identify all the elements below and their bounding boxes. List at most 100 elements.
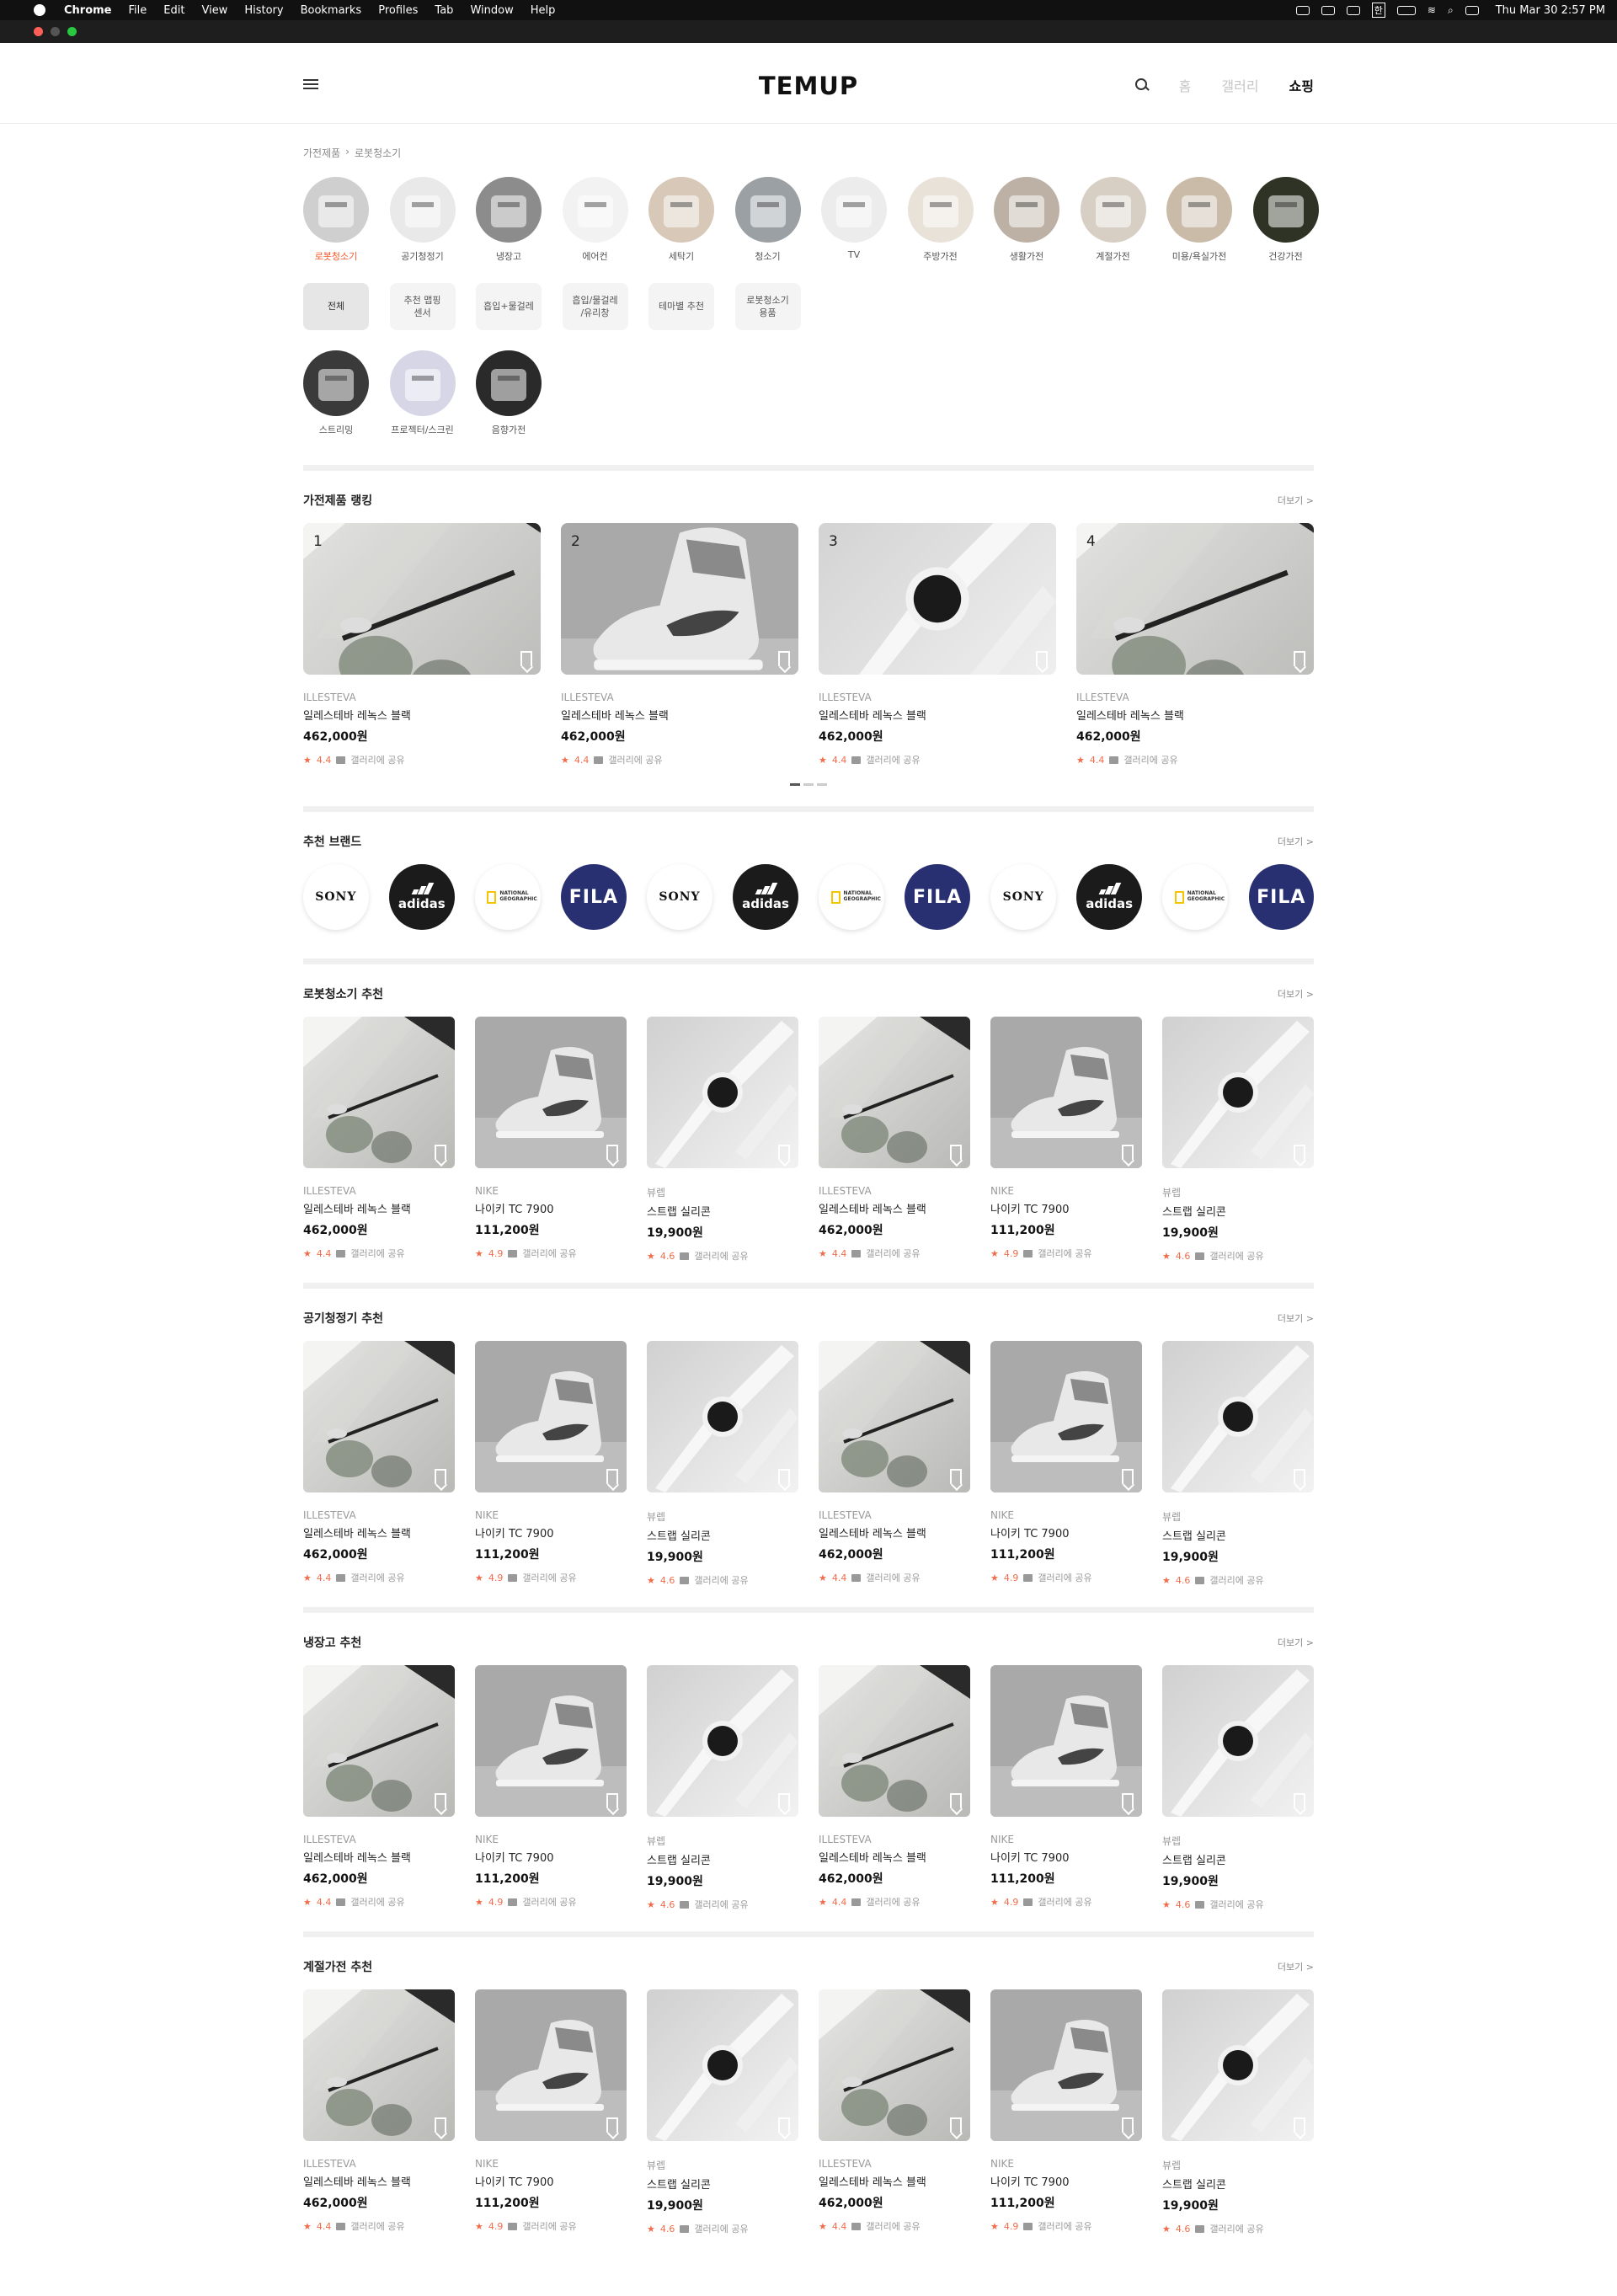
product-card[interactable]: NIKE 나이키 TC 7900 111,200원 ★ 4.9 갤러리에 공유 [990,1989,1142,2235]
category-item[interactable]: 청소기 [734,177,801,263]
bookmark-icon[interactable] [1294,1145,1305,1160]
product-name[interactable]: 나이키 TC 7900 [990,2173,1142,2189]
product-card[interactable]: ILLESTEVA 일레스테바 레녹스 블랙 462,000원 ★ 4.4 갤러리에 공유 [303,1017,455,1263]
category-item[interactable]: 프로젝터/스크린 [389,350,456,436]
product-image[interactable] [1162,1017,1314,1168]
product-card[interactable]: NIKE 나이키 TC 7900 111,200원 ★ 4.9 갤러리에 공유 [990,1665,1142,1911]
menu-edit[interactable]: Edit [163,4,184,17]
product-image[interactable]: 3 [819,523,1056,675]
bookmark-icon[interactable] [1294,651,1305,666]
zoom-window-button[interactable] [67,27,77,36]
battery-icon[interactable] [1396,5,1416,15]
product-name[interactable]: 스트랩 실리콘 [1162,1203,1314,1219]
product-card[interactable]: ILLESTEVA 일레스테바 레녹스 블랙 462,000원 ★ 4.4 갤러리에 공유 [303,1341,455,1587]
share-label[interactable]: 갤러리에 공유 [1209,2222,1263,2235]
category-item[interactable]: 공기청정기 [389,177,456,263]
product-card[interactable]: NIKE 나이키 TC 7900 111,200원 ★ 4.9 갤러리에 공유 [990,1341,1142,1587]
wifi-icon[interactable]: ≋ [1428,4,1436,16]
category-item[interactable]: 계절가전 [1080,177,1146,263]
product-card[interactable]: 뷰렙 스트랩 실리콘 19,900원 ★ 4.6 갤러리에 공유 [647,1665,798,1911]
bookmark-icon[interactable] [1294,1793,1305,1808]
share-label[interactable]: 갤러리에 공유 [866,1895,920,1909]
more-link[interactable]: 더보기 > [1278,835,1314,848]
product-image[interactable] [1162,1341,1314,1492]
product-name[interactable]: 일레스테바 레녹스 블랙 [303,1849,455,1865]
share-label[interactable]: 갤러리에 공유 [1038,1895,1091,1909]
category-item[interactable]: 에어컨 [562,177,628,263]
product-image[interactable] [819,1665,970,1817]
bookmark-icon[interactable] [435,1793,446,1808]
share-label[interactable]: 갤러리에 공유 [1123,753,1177,766]
more-link[interactable]: 더보기 > [1278,1636,1314,1649]
product-name[interactable]: 일레스테바 레녹스 블랙 [561,707,798,723]
product-image[interactable] [303,1989,455,2141]
category-item[interactable]: 음향가전 [476,350,542,436]
product-name[interactable]: 나이키 TC 7900 [475,1524,627,1540]
bookmark-icon[interactable] [950,1469,962,1484]
product-name[interactable]: 일레스테바 레녹스 블랙 [819,1200,970,1216]
product-name[interactable]: 일레스테바 레녹스 블랙 [819,2173,970,2189]
product-name[interactable]: 일레스테바 레녹스 블랙 [1076,707,1314,723]
product-image[interactable] [819,1341,970,1492]
bookmark-icon[interactable] [520,651,532,666]
share-label[interactable]: 갤러리에 공유 [350,1895,404,1909]
brand-logo[interactable]: FILA [905,864,970,930]
bookmark-icon[interactable] [1122,1793,1134,1808]
menubar-clock[interactable]: Thu Mar 30 2:57 PM [1496,4,1605,17]
product-name[interactable]: 일레스테바 레녹스 블랙 [303,1524,455,1540]
share-label[interactable]: 갤러리에 공유 [350,753,404,766]
product-name[interactable]: 나이키 TC 7900 [990,1849,1142,1865]
nav-shopping[interactable]: 쇼핑 [1289,75,1314,95]
product-image[interactable] [819,1017,970,1168]
search-icon[interactable] [1134,78,1149,92]
product-name[interactable]: 스트랩 실리콘 [647,2176,798,2192]
category-item[interactable]: 스트리밍 [303,350,369,436]
category-item[interactable]: 세탁기 [648,177,714,263]
category-item[interactable]: 냉장고 [476,177,542,263]
subcategory-chip[interactable]: 테마별 추천 [648,283,714,330]
product-image[interactable] [1162,1989,1314,2141]
menu-history[interactable]: History [244,4,283,17]
brand-logo[interactable]: FILA [561,864,627,930]
product-image[interactable] [303,1341,455,1492]
bookmark-icon[interactable] [606,1469,618,1484]
product-image[interactable] [303,1665,455,1817]
category-item[interactable]: 미용/욕실가전 [1166,177,1232,263]
share-label[interactable]: 갤러리에 공유 [350,1247,404,1260]
bookmark-icon[interactable] [606,2117,618,2133]
share-label[interactable]: 갤러리에 공유 [522,1571,576,1584]
status-icon[interactable] [1346,5,1360,15]
bookmark-icon[interactable] [950,2117,962,2133]
share-label[interactable]: 갤러리에 공유 [866,753,920,766]
product-image[interactable] [1162,1665,1314,1817]
site-logo[interactable]: TEMUP [0,72,1617,100]
bookmark-icon[interactable] [950,1145,962,1160]
product-card[interactable]: NIKE 나이키 TC 7900 111,200원 ★ 4.9 갤러리에 공유 [990,1017,1142,1263]
menu-tab[interactable]: Tab [435,4,453,17]
share-label[interactable]: 갤러리에 공유 [522,2219,576,2233]
bookmark-icon[interactable] [435,1145,446,1160]
category-item[interactable]: TV [821,177,887,263]
bookmark-icon[interactable] [435,2117,446,2133]
product-card[interactable]: NIKE 나이키 TC 7900 111,200원 ★ 4.9 갤러리에 공유 [475,1017,627,1263]
product-image[interactable] [303,1017,455,1168]
ranking-card[interactable]: 4 ILLESTEVA 일레스테바 레녹스 블랙 462,000원 ★ 4.4 갤러리에 공… [1076,523,1314,766]
pagination-dot[interactable] [817,783,827,786]
product-card[interactable]: 뷰렙 스트랩 실리콘 19,900원 ★ 4.6 갤러리에 공유 [1162,1665,1314,1911]
subcategory-chip[interactable]: 전체 [303,283,369,330]
subcategory-chip[interactable]: 흡입+물걸레 [476,283,542,330]
product-image[interactable]: 2 [561,523,798,675]
product-name[interactable]: 스트랩 실리콘 [1162,2176,1314,2192]
more-link[interactable]: 더보기 > [1278,494,1314,507]
share-label[interactable]: 갤러리에 공유 [694,1573,748,1587]
bookmark-icon[interactable] [778,651,790,666]
product-card[interactable]: 뷰렙 스트랩 실리콘 19,900원 ★ 4.6 갤러리에 공유 [1162,1017,1314,1263]
product-card[interactable]: 뷰렙 스트랩 실리콘 19,900원 ★ 4.6 갤러리에 공유 [647,1989,798,2235]
brand-logo[interactable]: NATIONAL GEOGRAPHIC [819,864,884,930]
more-link[interactable]: 더보기 > [1278,1960,1314,1973]
pagination-dot[interactable] [803,783,814,786]
product-card[interactable]: 뷰렙 스트랩 실리콘 19,900원 ★ 4.6 갤러리에 공유 [1162,1341,1314,1587]
menu-bookmarks[interactable]: Bookmarks [301,4,362,17]
bookmark-icon[interactable] [1122,1145,1134,1160]
brand-logo[interactable]: adidas [389,864,455,930]
